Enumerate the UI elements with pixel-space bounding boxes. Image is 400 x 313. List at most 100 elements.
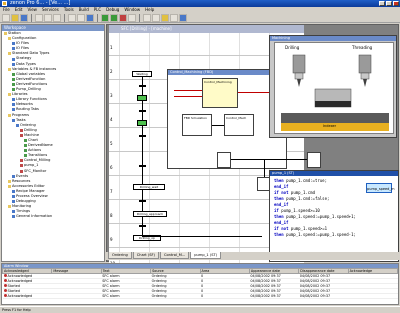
build-icon[interactable] <box>101 14 109 22</box>
tree-item-icon <box>20 133 23 137</box>
status-bar: Press F1 for Help <box>0 306 400 312</box>
alarm-status-icon <box>3 279 7 282</box>
tree-item-icon <box>12 42 15 46</box>
copy-icon[interactable] <box>44 14 52 22</box>
fbd-block[interactable]: FBD Simulation <box>182 114 212 136</box>
tree-item-icon <box>12 82 15 86</box>
tree-item-icon <box>20 169 23 173</box>
tab-ordering[interactable]: Ordering <box>108 252 132 259</box>
save-icon[interactable] <box>20 14 28 22</box>
help-icon[interactable] <box>179 14 187 22</box>
tree-item-icon <box>12 98 15 102</box>
run-icon[interactable] <box>110 14 118 22</box>
tree-item-icon <box>16 123 19 127</box>
alarm-cell-text: Acknowledged <box>7 274 33 278</box>
st-editor-window[interactable]: pump_1 (ST) then pump_1.cmd:=true; end_if… <box>269 170 399 262</box>
tree-item[interactable]: General Information <box>2 214 104 219</box>
alarm-status-icon <box>3 294 7 297</box>
sfc-transition[interactable] <box>139 225 146 227</box>
zoom-in-icon[interactable] <box>143 14 151 22</box>
fbd-block[interactable]: Control_Machining <box>202 78 238 108</box>
monitor-icon[interactable] <box>161 14 169 22</box>
alarm-panel: Alarm Window Acknowledged Message Text Sour… <box>1 263 399 305</box>
sfc-transition[interactable] <box>139 85 146 87</box>
tree-item-icon <box>12 47 15 51</box>
alarm-cell-text: Acknowledged <box>7 294 33 298</box>
tree-item-icon <box>24 154 27 158</box>
sfc-row-number: 5 <box>110 141 113 146</box>
sfc-column-line <box>119 33 120 273</box>
sfc-step[interactable]: Drilling_wait <box>133 184 165 190</box>
tree-item-icon <box>8 205 11 209</box>
alarm-cell: 04/08/2002 09:37 <box>249 293 299 299</box>
minimize-button[interactable] <box>379 1 385 6</box>
tree-item-icon <box>12 62 15 66</box>
tree-item-icon <box>20 159 23 163</box>
tab-control-m[interactable]: Control_M... <box>159 252 190 259</box>
fbd-wire <box>212 125 224 126</box>
fbd-block[interactable] <box>217 152 231 168</box>
fbd-block-label: FBD Simulation <box>184 116 208 120</box>
toolbar-separator <box>64 14 65 22</box>
fbd-block[interactable] <box>307 152 321 168</box>
alarm-cell: Ordering <box>150 293 200 299</box>
zoom-out-icon[interactable] <box>152 14 160 22</box>
tree-item-icon <box>12 77 15 81</box>
sfc-step[interactable]: Drilling_approach <box>133 211 167 217</box>
tree-item-icon <box>12 118 15 122</box>
step-icon[interactable] <box>128 14 136 22</box>
machine-view-window[interactable]: Machining Drilling Threading Indexer <box>269 35 397 138</box>
app-title: zenon Pro 6... - [Ve... ...] <box>10 0 71 6</box>
tree-item-icon <box>12 200 15 204</box>
alarm-status-icon <box>3 274 7 277</box>
app-icon <box>2 1 7 6</box>
sfc-row-number: 9 <box>110 237 113 242</box>
tree-item-icon <box>12 189 15 193</box>
fbd-block[interactable]: Control_Mach <box>224 114 254 136</box>
sfc-row-number: 1 <box>110 45 113 50</box>
tree-item-icon <box>8 184 11 188</box>
find-icon[interactable] <box>86 14 94 22</box>
new-icon[interactable] <box>2 14 10 22</box>
tab-pump-1[interactable]: pump_1 (ST) <box>190 252 222 259</box>
sfc-transition[interactable] <box>139 110 146 112</box>
sfc-row-number: 7 <box>110 189 113 194</box>
stop-icon[interactable] <box>119 14 127 22</box>
sfc-row-number: 3 <box>110 93 113 98</box>
tree-item-icon <box>12 72 15 76</box>
tree-item-icon <box>24 144 27 148</box>
alarm-status-icon <box>3 289 7 292</box>
sfc-active-step[interactable] <box>137 95 147 101</box>
tab-chart[interactable]: Chart (SF) <box>132 252 159 259</box>
tree-item-icon <box>4 32 7 36</box>
st-code-line: then pump_1.speed:=pump_1.speed-1; <box>274 232 356 237</box>
tree-item-icon <box>12 174 15 178</box>
alarm-cell: Acknowledged <box>2 293 52 299</box>
tree-item-icon <box>12 195 15 199</box>
toolbar-separator <box>97 14 98 22</box>
maximize-button[interactable] <box>386 1 392 6</box>
fbd-wire <box>264 159 265 177</box>
tree-item-icon <box>12 210 15 214</box>
tree-item-icon <box>24 149 27 153</box>
undo-icon[interactable] <box>68 14 76 22</box>
paste-icon[interactable] <box>53 14 61 22</box>
title-bar: zenon Pro 6... - [Ve... ...] <box>0 0 400 7</box>
close-button[interactable] <box>393 1 399 6</box>
tree-item-icon <box>20 128 23 132</box>
sfc-transition[interactable] <box>139 200 146 202</box>
alarm-row[interactable]: Acknowledged SFC alarm Ordering 0 04/08/2002… <box>2 293 398 299</box>
workspace-panel: Workspace Station Configuration IO Files IO… <box>1 24 105 262</box>
cut-icon[interactable] <box>35 14 43 22</box>
workspace-tree: Station Configuration IO Files IO Files Stan… <box>2 31 104 219</box>
sfc-link <box>142 236 262 237</box>
monitor-badge: pump_speed_m <box>366 183 395 193</box>
redo-icon[interactable] <box>77 14 85 22</box>
machine-view-canvas: Drilling Threading Indexer <box>274 42 394 134</box>
grid-icon[interactable] <box>170 14 178 22</box>
editor-area: SFC [Drilling] - [machine] 12345678910 W… <box>106 24 399 273</box>
open-icon[interactable] <box>11 14 19 22</box>
alarm-cell-text: Acknowledged <box>7 279 33 283</box>
fbd-block-label: Control_Machining <box>204 80 232 84</box>
sfc-transition[interactable] <box>139 165 146 167</box>
